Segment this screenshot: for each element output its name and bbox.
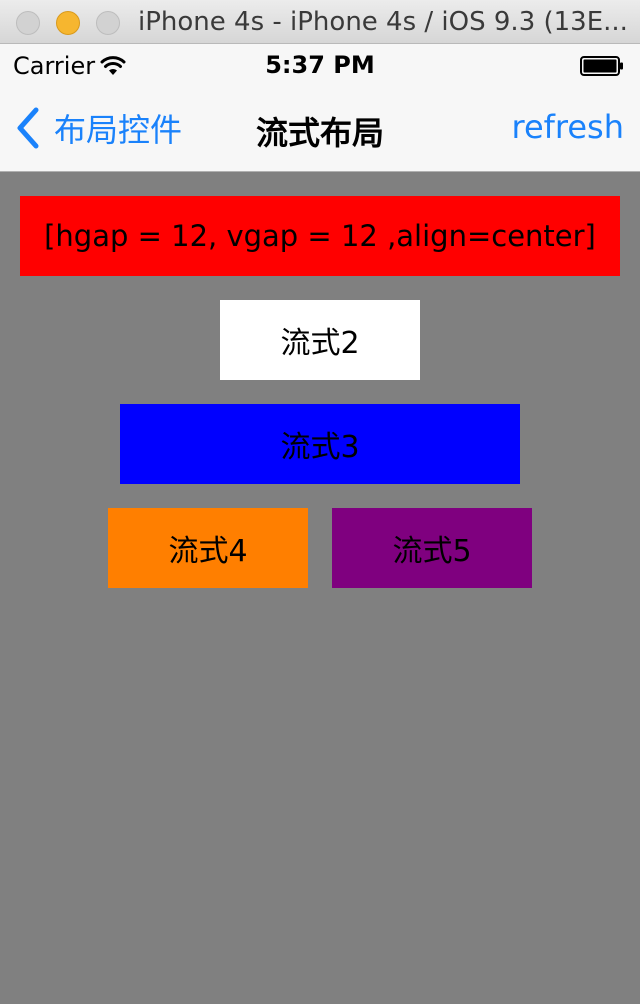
- status-time: 5:37 PM: [265, 51, 375, 79]
- navigation-bar: 布局控件 流式布局 refresh: [0, 84, 640, 172]
- flow-item-5: 流式5: [332, 508, 532, 588]
- simulator-window: iPhone 4s - iPhone 4s / iOS 9.3 (13E... …: [0, 0, 640, 1004]
- flow-layout-container: [hgap = 12, vgap = 12 ,align=center] 流式2…: [0, 172, 640, 1004]
- flow-item-3: 流式3: [120, 404, 520, 484]
- close-window-button[interactable]: [16, 11, 40, 35]
- flow-item-1: [hgap = 12, vgap = 12 ,align=center]: [20, 196, 620, 276]
- zoom-window-button[interactable]: [96, 11, 120, 35]
- flow-item-2: 流式2: [220, 300, 420, 380]
- window-title: iPhone 4s - iPhone 4s / iOS 9.3 (13E...: [138, 7, 628, 37]
- status-bar: Carrier 5:37 PM: [0, 44, 640, 84]
- window-titlebar: iPhone 4s - iPhone 4s / iOS 9.3 (13E...: [0, 0, 640, 44]
- minimize-window-button[interactable]: [56, 11, 80, 35]
- refresh-button[interactable]: refresh: [512, 108, 625, 146]
- flow-item-4: 流式4: [108, 508, 308, 588]
- battery-icon: [580, 56, 623, 76]
